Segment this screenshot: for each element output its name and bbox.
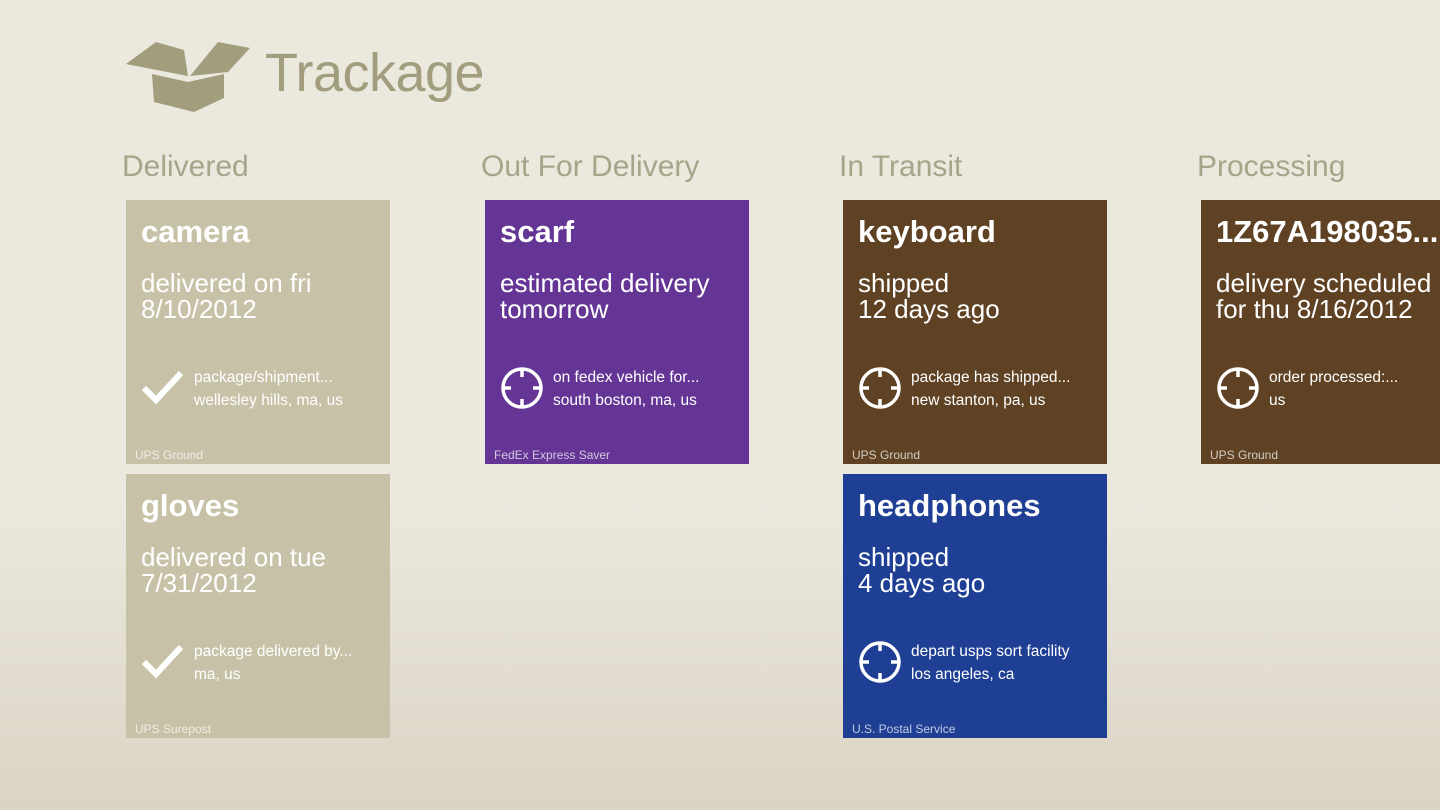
crosshair-icon (859, 641, 901, 683)
status-line: for thu 8/16/2012 (1216, 294, 1413, 324)
status-line: 8/10/2012 (141, 294, 257, 324)
crosshair-icon (859, 367, 901, 409)
status-line: 12 days ago (858, 294, 1000, 324)
package-status: delivered on tue 7/31/2012 (141, 544, 384, 596)
package-name: camera (141, 214, 250, 249)
carrier-label: UPS Ground (852, 448, 921, 462)
event-location: new stanton, pa, us (911, 392, 1046, 409)
package-status: shipped 12 days ago (858, 270, 1101, 322)
latest-event: package has shipped... new stanton, pa, … (911, 366, 1099, 412)
status-line: delivered on fri (141, 268, 312, 298)
carrier-label: UPS Surepost (135, 722, 212, 736)
package-status: shipped 4 days ago (858, 544, 1101, 596)
status-line: 7/31/2012 (141, 568, 257, 598)
event-description: on fedex vehicle for... (553, 369, 700, 386)
group-in-transit: In Transit keyboard shipped 12 days ago … (839, 150, 1107, 738)
latest-event: on fedex vehicle for... south boston, ma… (553, 366, 741, 412)
event-description: order processed:... (1269, 369, 1399, 386)
event-location: wellesley hills, ma, us (194, 392, 344, 409)
package-tile-headphones[interactable]: headphones shipped 4 days ago depart usp… (843, 474, 1107, 738)
event-location: los angeles, ca (911, 666, 1015, 683)
status-line: estimated delivery (500, 268, 710, 298)
group-title[interactable]: In Transit (839, 150, 1107, 186)
event-description: depart usps sort facility (911, 643, 1070, 660)
package-name: headphones (858, 488, 1041, 523)
package-name: gloves (141, 488, 240, 523)
event-description: package has shipped... (911, 369, 1071, 386)
status-line: 4 days ago (858, 568, 986, 598)
crosshair-icon (1217, 367, 1259, 409)
event-location: us (1269, 392, 1286, 409)
package-name: keyboard (858, 214, 996, 249)
package-status: delivery scheduled for thu 8/16/2012 (1216, 270, 1431, 322)
carrier-label: UPS Ground (1210, 448, 1279, 462)
latest-event: package delivered by... ma, us (194, 640, 382, 686)
check-icon (141, 644, 184, 679)
package-tile-camera[interactable]: camera delivered on fri 8/10/2012 packag… (126, 200, 390, 464)
carrier-label: FedEx Express Saver (494, 448, 611, 462)
status-line: delivered on tue (141, 542, 327, 572)
group-delivered: Delivered camera delivered on fri 8/10/2… (122, 150, 390, 738)
latest-event: depart usps sort facility los angeles, c… (911, 640, 1099, 686)
event-location: south boston, ma, us (553, 392, 697, 409)
package-tile-scarf[interactable]: scarf estimated delivery tomorrow on fed… (485, 200, 749, 464)
group-out-for-delivery: Out For Delivery scarf estimated deliver… (481, 150, 749, 464)
status-line: shipped (858, 268, 950, 298)
crosshair-icon (501, 367, 543, 409)
group-processing: Processing 1Z67A198035... delivery sched… (1199, 150, 1440, 470)
event-description: package/shipment... (194, 369, 333, 386)
event-description: package delivered by... (194, 643, 353, 660)
latest-event: package/shipment... wellesley hills, ma,… (194, 366, 382, 412)
package-status: estimated delivery tomorrow (500, 270, 743, 322)
package-tile-keyboard[interactable]: keyboard shipped 12 days ago package has… (843, 200, 1107, 464)
check-icon (141, 370, 184, 405)
event-location: ma, us (194, 666, 241, 683)
group-title[interactable]: Processing (1199, 150, 1440, 186)
package-name: scarf (500, 214, 575, 249)
status-line: delivery scheduled (1216, 268, 1432, 298)
group-title[interactable]: Delivered (122, 150, 390, 186)
carrier-label: UPS Ground (135, 448, 204, 462)
latest-event: order processed:... us (1269, 366, 1432, 412)
package-tile-processing[interactable]: 1Z67A198035... delivery scheduled for th… (1201, 200, 1440, 464)
status-line: shipped (858, 542, 950, 572)
package-tile-gloves[interactable]: gloves delivered on tue 7/31/2012 packag… (126, 474, 390, 738)
package-box-icon (126, 42, 250, 112)
package-status: delivered on fri 8/10/2012 (141, 270, 384, 322)
app-title: Trackage (265, 43, 485, 103)
carrier-label: U.S. Postal Service (852, 722, 956, 736)
group-title[interactable]: Out For Delivery (481, 150, 749, 186)
status-line: tomorrow (500, 294, 609, 324)
package-name: 1Z67A198035... (1216, 214, 1439, 249)
